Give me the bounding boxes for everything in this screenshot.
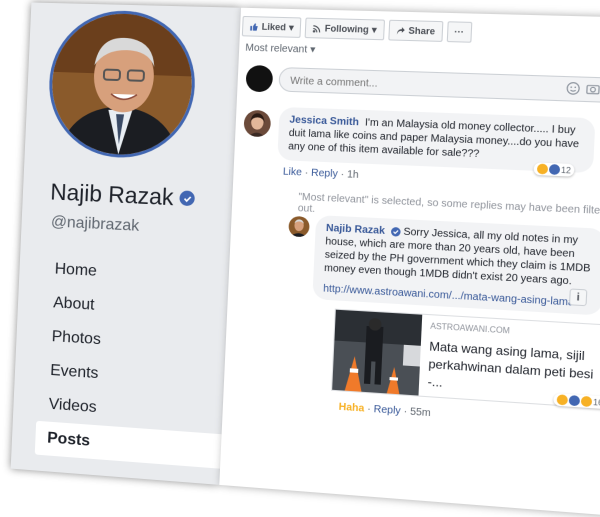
reply-author-photo-icon [288,216,310,237]
profile-avatar[interactable] [46,9,198,160]
reply-reaction-count: 162 [593,397,600,407]
reply-author[interactable]: Najib Razak [326,223,385,237]
profile-name-text[interactable]: Najib Razak [50,179,174,212]
chevron-down-icon: ▾ [310,44,316,55]
chevron-down-icon: ▾ [372,24,377,35]
reply-item: Najib Razak Sorry Jessica, all my old no… [280,214,600,442]
liked-label: Liked [262,22,287,33]
link-preview-domain: ASTROAWANI.COM [430,321,510,335]
reply-link[interactable]: Reply [373,404,401,417]
like-reaction-icon [549,164,560,175]
share-button[interactable]: Share [388,20,443,42]
more-options-button[interactable]: ··· [446,21,472,43]
news-photo-icon [332,310,422,396]
wow-reaction-icon [581,396,593,407]
thumbs-up-icon [249,22,259,31]
profile-handle[interactable]: @najibrazak [51,213,140,235]
following-label: Following [325,23,369,34]
emoji-icon[interactable] [566,81,581,95]
composer-icons [566,81,600,97]
profile-sidebar: Najib Razak @najibrazak Home About Photo… [11,2,241,484]
page-action-bar: Liked ▾ Following ▾ Share ··· [242,16,472,43]
like-link[interactable]: Like [283,166,302,178]
reply-link-url[interactable]: http://www.astroawani.com/.../mata-wang-… [323,282,576,310]
reaction-summary[interactable]: 12 [533,162,574,176]
chevron-down-icon: ▾ [289,22,294,33]
comment-meta: Like · Reply · 1h [283,166,359,181]
comment-composer [245,63,600,107]
liked-button[interactable]: Liked ▾ [242,16,302,38]
haha-reaction-icon [537,164,548,175]
commenter-photo-icon [243,110,271,138]
verified-badge-icon [179,190,195,206]
camera-icon[interactable] [586,82,600,96]
like-reaction-icon [569,395,580,406]
link-preview-title[interactable]: Mata wang asing lama, sijil perkahwinan … [427,338,600,402]
commenter-avatar[interactable] [243,110,271,138]
reply-reaction-summary[interactable]: 162 [553,393,600,409]
sort-label: Most relevant [245,43,307,56]
profile-name[interactable]: Najib Razak [50,179,196,213]
verified-badge-icon [391,227,401,237]
following-button[interactable]: Following ▾ [305,18,385,41]
profile-nav: Home About Photos Events Videos Posts [35,252,234,469]
comment-author[interactable]: Jessica Smith [289,114,359,128]
haha-reaction-icon [557,394,568,405]
comment-time[interactable]: 1h [347,169,359,181]
comment-input-box[interactable] [278,67,600,103]
comment-feed: Liked ▾ Following ▾ Share ··· Most relev… [219,8,600,517]
comment-item: Jessica Smith I'm an Malaysia old money … [241,106,600,205]
rss-icon [312,23,322,32]
link-preview-image [332,310,422,396]
reply-link[interactable]: Reply [311,168,338,180]
reply-time[interactable]: 55m [410,406,431,419]
reply-bubble: Najib Razak Sorry Jessica, all my old no… [312,215,600,315]
comment-input[interactable] [279,68,526,101]
profile-photo-icon [49,12,195,157]
viewer-avatar [245,65,273,92]
haha-link[interactable]: Haha [338,402,364,415]
reaction-count: 12 [561,165,571,175]
comment-sort-dropdown[interactable]: Most relevant ▾ [245,43,315,56]
info-button[interactable]: i [569,288,587,306]
reply-author-avatar[interactable] [288,216,310,237]
share-label: Share [408,25,435,36]
screenshot-stage: Najib Razak @najibrazak Home About Photo… [0,0,600,490]
share-arrow-icon [395,26,405,36]
reply-meta: Haha · Reply · 55m [338,402,431,420]
